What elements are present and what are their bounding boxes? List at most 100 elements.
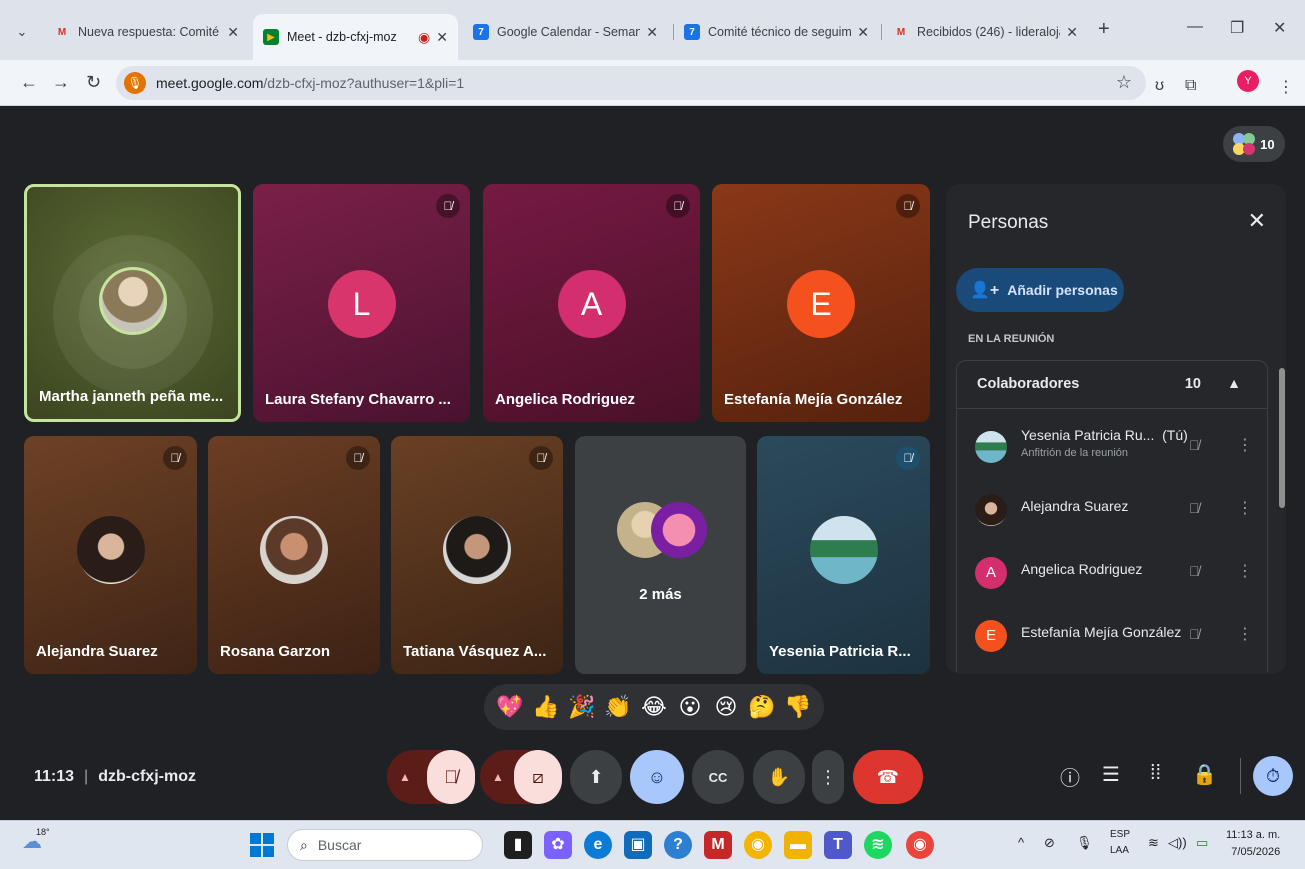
participant-tile[interactable]: 🎙̸ Rosana Garzon xyxy=(208,436,380,674)
tab-calendar-comite[interactable]: 7 Comité técnico de seguimien ✕ xyxy=(674,14,879,50)
extension-icon[interactable]: ʊ xyxy=(1155,77,1164,95)
participant-tile[interactable]: 🎙̸ A Angelica Rodriguez xyxy=(483,184,700,422)
minimize-icon[interactable]: — xyxy=(1187,18,1203,36)
participant-row[interactable]: E Estefanía Mejía González 🎙̸ ⋮ xyxy=(957,606,1267,668)
mic-off-icon[interactable]: 🎙̸ xyxy=(1189,500,1200,516)
participant-tile[interactable]: 🎙̸ L Laura Stefany Chavarro ... xyxy=(253,184,470,422)
participant-tile[interactable]: 🎙̸ Alejandra Suarez xyxy=(24,436,197,674)
tab-gmail-respuesta[interactable]: M Nueva respuesta: Comité téc ✕ xyxy=(44,14,249,50)
reaction-sad[interactable]: 😢 xyxy=(711,694,741,720)
url-path: /dzb-cfxj-moz?authuser=1&pli=1 xyxy=(263,75,465,91)
url-text[interactable]: meet.google.com/dzb-cfxj-moz?authuser=1&… xyxy=(156,75,464,91)
participant-tile[interactable]: Martha janneth peña me... xyxy=(24,184,241,422)
tab-title: Meet - dzb-cfxj-moz xyxy=(287,30,397,44)
close-tab-icon[interactable]: ✕ xyxy=(227,24,239,41)
microphone-icon[interactable]: 🎙 xyxy=(1076,835,1093,851)
more-options-icon[interactable]: ⋮ xyxy=(1237,624,1253,644)
new-tab-icon[interactable]: + xyxy=(1098,18,1110,41)
site-permissions-icon[interactable]: 🎙 xyxy=(124,72,146,94)
reaction-clap[interactable]: 👏 xyxy=(603,694,633,720)
no-location-icon[interactable]: ⊘ xyxy=(1044,835,1055,851)
mcafee-icon[interactable]: M xyxy=(704,831,732,859)
chat-icon[interactable]: ☰ xyxy=(1102,762,1120,787)
task-view-icon[interactable]: ▮ xyxy=(504,831,532,859)
camera-options-chevron-icon[interactable]: ▲ xyxy=(480,750,516,804)
more-options-icon[interactable]: ⋮ xyxy=(1237,498,1253,518)
close-panel-icon[interactable]: ✕ xyxy=(1248,208,1266,234)
more-options-icon[interactable]: ⋮ xyxy=(1237,561,1253,581)
mic-options-chevron-icon[interactable]: ▲ xyxy=(387,750,423,804)
tab-search-chevron-icon[interactable]: ⌄ xyxy=(8,19,36,45)
reload-icon[interactable]: ↻ xyxy=(86,72,101,93)
profile-avatar[interactable]: Y xyxy=(1237,70,1259,92)
restore-icon[interactable]: ❐ xyxy=(1230,18,1244,38)
close-window-icon[interactable]: ✕ xyxy=(1273,18,1286,38)
collaborators-header[interactable]: Colaboradores 10 ▲ xyxy=(957,361,1267,409)
tab-calendar-semana[interactable]: 7 Google Calendar - Semana c ✕ xyxy=(463,14,668,50)
teams-icon[interactable]: T xyxy=(824,831,852,859)
omnibox[interactable]: 🎙 meet.google.com/dzb-cfxj-moz?authuser=… xyxy=(116,66,1146,100)
more-options-icon[interactable]: ⋮ xyxy=(1237,435,1253,455)
close-tab-icon[interactable]: ✕ xyxy=(646,24,658,41)
reaction-thinking[interactable]: 🤔 xyxy=(747,694,777,720)
reaction-heart[interactable]: 💖 xyxy=(495,694,525,720)
chrome-profile-icon[interactable]: ◉ xyxy=(906,831,934,859)
participant-row[interactable]: Yesenia Patricia Ru... (Tú) Anfitrión de… xyxy=(957,417,1267,479)
help-icon[interactable]: ? xyxy=(664,831,692,859)
reaction-thumbs-up[interactable]: 👍 xyxy=(531,694,561,720)
more-options-button[interactable]: ⋮ xyxy=(812,750,844,804)
close-tab-icon[interactable]: ✕ xyxy=(1066,24,1078,41)
wifi-icon[interactable]: ≋ xyxy=(1148,835,1159,851)
raise-hand-button[interactable]: ✋ xyxy=(753,750,805,804)
timer-icon[interactable]: ⏱ xyxy=(1253,756,1293,796)
participant-tile[interactable]: 🎙̸ E Estefanía Mejía González xyxy=(712,184,930,422)
volume-icon[interactable]: ◁)) xyxy=(1168,835,1187,851)
spotify-icon[interactable]: ≋ xyxy=(864,831,892,859)
chrome-icon[interactable]: ◉ xyxy=(744,831,772,859)
tab-gmail-recibidos[interactable]: M Recibidos (246) - lideralojam ✕ xyxy=(883,14,1088,50)
participant-tile[interactable]: 🎙̸ Yesenia Patricia R... xyxy=(757,436,930,674)
participant-tile[interactable]: 🎙̸ Tatiana Vásquez A... xyxy=(391,436,563,674)
taskbar-search[interactable]: ⌕ Buscar xyxy=(287,829,483,861)
browser-menu-icon[interactable]: ⋮ xyxy=(1278,77,1294,97)
reaction-thumbs-down[interactable]: 👎 xyxy=(783,694,813,720)
edge-icon[interactable]: e xyxy=(584,831,612,859)
tab-meet[interactable]: ▶ Meet - dzb-cfxj-moz ◉ ✕ xyxy=(253,14,458,60)
extensions-puzzle-icon[interactable]: ⧉ xyxy=(1185,77,1196,95)
weather-widget[interactable]: ☁ 18° xyxy=(22,827,50,854)
taskbar-clock[interactable]: 11:13 a. m. 7/05/2026 xyxy=(1226,827,1280,861)
copilot-icon[interactable]: ✿ xyxy=(544,831,572,859)
forward-icon[interactable]: → xyxy=(52,72,70,93)
reactions-button[interactable]: ☺ xyxy=(630,750,684,804)
participant-row[interactable]: A Angelica Rodriguez 🎙̸ ⋮ xyxy=(957,543,1267,605)
more-participants-tile[interactable]: 2 más xyxy=(575,436,746,674)
close-tab-icon[interactable]: ✕ xyxy=(857,24,869,41)
captions-button[interactable]: CC xyxy=(692,750,744,804)
activities-icon[interactable]: ⁞⁞ xyxy=(1150,762,1161,785)
panel-scrollbar[interactable] xyxy=(1279,368,1285,508)
store-icon[interactable]: ▣ xyxy=(624,831,652,859)
leave-call-button[interactable]: ☎ xyxy=(853,750,923,804)
meeting-details-icon[interactable]: ⓘ xyxy=(1060,762,1080,791)
close-tab-icon[interactable]: ✕ xyxy=(436,29,448,46)
mic-off-icon[interactable]: 🎙̸ xyxy=(1189,626,1200,642)
file-explorer-icon[interactable]: ▬ xyxy=(784,831,812,859)
back-icon[interactable]: ← xyxy=(20,72,38,93)
mic-off-icon[interactable]: 🎙̸ xyxy=(1189,563,1200,579)
show-hidden-icons-chevron-icon[interactable]: ^ xyxy=(1018,835,1024,850)
present-screen-button[interactable]: ⬆ xyxy=(570,750,622,804)
battery-icon[interactable]: ▭ xyxy=(1196,835,1208,851)
bookmark-star-icon[interactable]: ☆ xyxy=(1116,72,1132,93)
reaction-surprised[interactable]: 😮 xyxy=(675,694,705,720)
participants-count-button[interactable]: 10 xyxy=(1223,126,1285,162)
mic-off-button[interactable]: 🎙̸ xyxy=(427,750,475,804)
windows-start-icon[interactable] xyxy=(250,833,274,857)
participant-row[interactable]: Alejandra Suarez 🎙̸ ⋮ xyxy=(957,480,1267,542)
language-indicator[interactable]: ESP LAA xyxy=(1110,827,1130,859)
reaction-party[interactable]: 🎉 xyxy=(567,694,597,720)
add-people-button[interactable]: 👤+ Añadir personas xyxy=(956,268,1124,312)
reaction-laugh[interactable]: 😂 xyxy=(639,694,669,720)
chevron-up-icon[interactable]: ▲ xyxy=(1227,375,1241,391)
camera-off-button[interactable]: ⧄ xyxy=(514,750,562,804)
host-controls-icon[interactable]: 🔒 xyxy=(1192,762,1217,787)
